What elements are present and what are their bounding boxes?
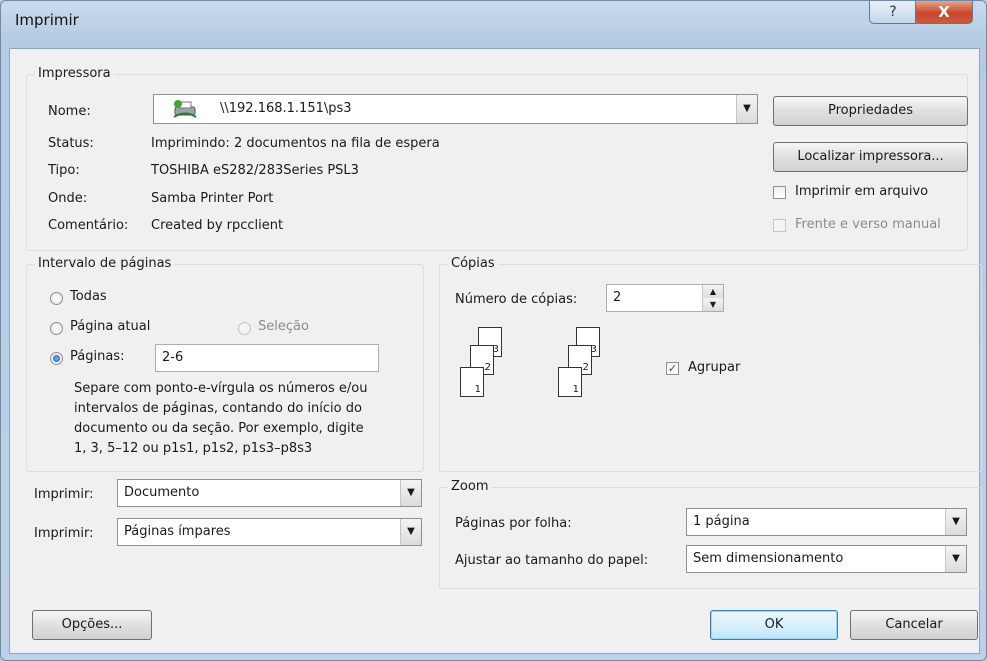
help-button[interactable]: ? [869, 1, 917, 24]
status-label: Status: [48, 136, 94, 151]
print-pages-value: Páginas ímpares [124, 524, 231, 539]
type-value: TOSHIBA eS282/283Series PSL3 [151, 163, 359, 178]
properties-button[interactable]: Propriedades [773, 96, 968, 126]
chevron-down-icon[interactable]: ▼ [400, 519, 421, 545]
print-to-file-label: Imprimir em arquivo [795, 184, 929, 199]
page-icon: 1 [460, 367, 484, 397]
range-hint-line: Separe com ponto-e-vírgula os números e/… [74, 381, 368, 396]
type-label: Tipo: [48, 163, 80, 178]
print-pages-select[interactable]: Páginas ímpares ▼ [117, 518, 422, 546]
zoom-group-label: Zoom [448, 479, 492, 494]
scale-label: Ajustar ao tamanho do papel: [455, 553, 649, 568]
range-hint-line: documento ou da seção. Por exemplo, digi… [74, 421, 364, 436]
page-icon: 1 [558, 367, 582, 397]
print-to-file-checkbox[interactable] [773, 186, 786, 199]
find-printer-button[interactable]: Localizar impressora... [773, 142, 968, 172]
title-bar[interactable]: Imprimir ? X [1, 1, 986, 41]
copies-count-label: Número de cópias: [455, 292, 578, 307]
print-what-select[interactable]: Documento ▼ [117, 479, 422, 507]
chevron-down-icon[interactable]: ▼ [945, 546, 966, 572]
manual-duplex-checkbox[interactable] [773, 219, 786, 232]
collate-checkbox[interactable]: ✓ [666, 362, 679, 375]
pages-input[interactable]: 2-6 [155, 344, 379, 372]
chevron-down-icon[interactable]: ▼ [400, 480, 421, 506]
print-what-label: Imprimir: [34, 487, 94, 502]
pages-per-sheet-select[interactable]: 1 página ▼ [686, 508, 967, 536]
print-pages-label: Imprimir: [34, 526, 94, 541]
range-current-radio[interactable] [50, 322, 63, 335]
copies-count-input[interactable]: 2 ▲ ▼ [606, 284, 724, 312]
pages-per-sheet-value: 1 página [693, 514, 750, 529]
spin-down-icon[interactable]: ▼ [702, 298, 723, 311]
comment-value: Created by rpcclient [151, 218, 284, 233]
network-printer-icon [172, 99, 198, 119]
chevron-down-icon[interactable]: ▼ [945, 509, 966, 535]
printer-name-label: Nome: [48, 104, 91, 119]
print-what-value: Documento [124, 485, 200, 500]
pages-per-sheet-label: Páginas por folha: [455, 516, 572, 531]
status-value: Imprimindo: 2 documentos na fila de espe… [151, 136, 440, 151]
range-selection-label: Seleção [258, 319, 309, 334]
close-button[interactable]: X [915, 1, 973, 24]
window-title: Imprimir [15, 11, 79, 29]
range-pages-label: Páginas: [70, 349, 125, 364]
copies-group-label: Cópias [448, 256, 498, 271]
range-selection-radio[interactable] [238, 322, 251, 335]
ok-button[interactable]: OK [710, 610, 838, 640]
copies-count-value: 2 [613, 290, 622, 305]
comment-label: Comentário: [48, 218, 129, 233]
page-range-group-label: Intervalo de páginas [35, 256, 175, 271]
spin-up-icon[interactable]: ▲ [702, 285, 723, 298]
scale-value: Sem dimensionamento [693, 551, 844, 566]
options-button[interactable]: Opções... [32, 610, 152, 640]
range-hint: Separe com ponto-e-vírgula os números e/… [74, 379, 367, 459]
range-hint-line: intervalos de páginas, contando do iníci… [74, 401, 362, 416]
cancel-button[interactable]: Cancelar [850, 610, 978, 640]
range-hint-line: 1, 3, 5–12 ou p1s1, p1s2, p1s3–p8s3 [74, 441, 313, 456]
chevron-down-icon[interactable]: ▼ [736, 95, 757, 123]
printer-name-select[interactable]: \\192.168.1.151\ps3 ▼ [153, 94, 758, 124]
scale-select[interactable]: Sem dimensionamento ▼ [686, 545, 967, 573]
range-all-label: Todas [70, 289, 107, 304]
manual-duplex-label: Frente e verso manual [795, 217, 941, 232]
range-pages-radio[interactable] [50, 352, 63, 365]
collate-label: Agrupar [688, 360, 741, 375]
range-current-label: Página atual [70, 319, 151, 334]
where-value: Samba Printer Port [151, 191, 274, 206]
where-label: Onde: [48, 191, 88, 206]
dialog-body: Impressora Nome: \\192.168.1.151\ps3 ▼ S… [9, 48, 982, 654]
zoom-group: Zoom [439, 479, 982, 589]
printer-name-value: \\192.168.1.151\ps3 [220, 101, 352, 116]
range-all-radio[interactable] [50, 292, 63, 305]
printer-group-label: Impressora [35, 66, 114, 81]
print-dialog: Imprimir ? X Impressora Nome: \\192.168.… [0, 0, 987, 661]
